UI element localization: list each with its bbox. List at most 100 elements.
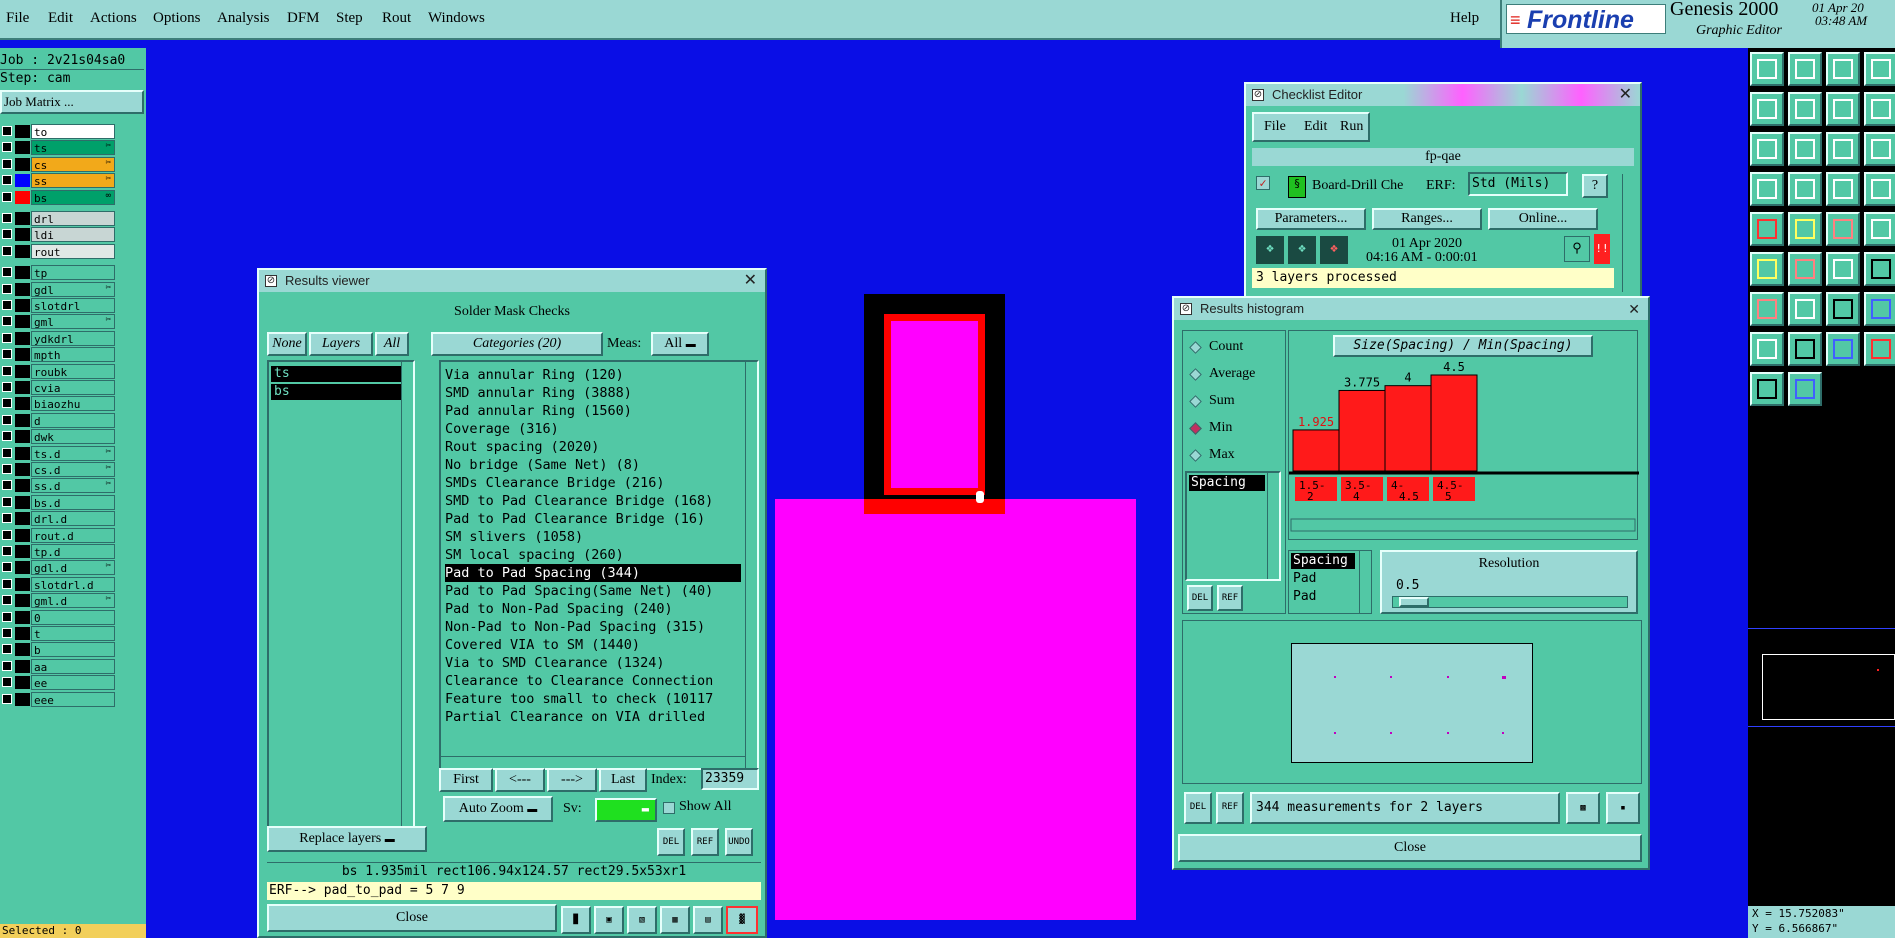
layer-color-swatch[interactable]: [15, 244, 30, 258]
surface-icon[interactable]: [1788, 292, 1822, 326]
layer-name[interactable]: rout: [31, 243, 115, 259]
results-viewer-titlebar[interactable]: ⊘ Results viewer ✕: [259, 270, 765, 292]
checklist-scrollbar[interactable]: [1622, 174, 1634, 292]
histogram-view-icon[interactable]: ▪: [1606, 792, 1640, 824]
category-item[interactable]: Pad to Pad Clearance Bridge (16): [445, 510, 705, 528]
layer-color-swatch[interactable]: [15, 190, 30, 204]
first-button[interactable]: First: [439, 768, 493, 792]
layer-checkbox[interactable]: [2, 660, 12, 671]
parameters-button[interactable]: Parameters...: [1256, 208, 1366, 230]
histogram-titlebar[interactable]: ⊘ Results histogram ✕: [1174, 298, 1648, 320]
layer-color-swatch[interactable]: [15, 594, 30, 608]
layer-row-drl.d[interactable]: drl.d: [0, 511, 115, 527]
radio-count[interactable]: Count: [1187, 337, 1283, 359]
window-menu-icon[interactable]: ⊘: [1180, 303, 1192, 315]
layer-color-swatch[interactable]: [15, 266, 30, 280]
layer-name[interactable]: d: [31, 412, 115, 428]
menu-analysis[interactable]: Analysis: [217, 10, 270, 27]
checklist-titlebar[interactable]: ⊘ Checklist Editor ✕: [1246, 84, 1640, 106]
run-selected-icon[interactable]: ❖: [1288, 236, 1316, 264]
type-item-pad[interactable]: Pad: [1293, 571, 1316, 586]
menu-options[interactable]: Options: [153, 10, 201, 27]
close-icon[interactable]: ✕: [1619, 84, 1632, 106]
layer-checkbox[interactable]: [2, 158, 12, 169]
move-icon[interactable]: [1750, 92, 1784, 126]
menu-dfm[interactable]: DFM: [287, 10, 320, 27]
ranges-button[interactable]: Ranges...: [1372, 208, 1482, 230]
last-button[interactable]: Last: [599, 768, 647, 792]
replace-layers-dropdown[interactable]: Replace layers ▬: [267, 826, 427, 852]
run-icon[interactable]: ❖: [1256, 236, 1284, 264]
histogram-refresh-button[interactable]: REF: [1217, 585, 1243, 611]
layer-row-drl[interactable]: drl: [0, 211, 115, 226]
layer-name[interactable]: eee: [31, 691, 115, 707]
run-all-icon[interactable]: ❖: [1320, 236, 1348, 264]
layer-row-cvia[interactable]: cvia: [0, 380, 115, 395]
layer-name[interactable]: cs.d: [31, 462, 115, 477]
text-icon[interactable]: [1788, 252, 1822, 286]
histogram-refresh-button[interactable]: REF: [1216, 792, 1244, 824]
layer-row-dwk[interactable]: dwk: [0, 429, 115, 445]
layer-name[interactable]: drl.d: [31, 511, 115, 527]
layer-row-gml.d[interactable]: gml.d ✂: [0, 593, 115, 609]
menu-rout[interactable]: Rout: [382, 10, 411, 27]
layer-row-biaozhu[interactable]: biaozhu: [0, 396, 115, 412]
close-icon[interactable]: ✕: [1628, 298, 1640, 320]
filter-icon[interactable]: ▧: [627, 906, 657, 934]
undo-button[interactable]: UNDO: [725, 828, 753, 856]
layer-checkbox[interactable]: [2, 126, 12, 136]
layer-row-gdl.d[interactable]: gdl.d ✂: [0, 560, 115, 576]
layer-color-swatch[interactable]: [15, 331, 30, 345]
layer-row-slotdrl.d[interactable]: slotdrl.d: [0, 576, 115, 592]
layer-row-ydkdrl[interactable]: ydkdrl: [0, 330, 115, 346]
home-icon[interactable]: [1826, 52, 1860, 86]
category-item[interactable]: Via to SMD Clearance (1324): [445, 654, 664, 672]
severity-dropdown[interactable]: ▬: [595, 798, 657, 822]
layer-name[interactable]: ts.d: [31, 445, 115, 461]
histogram-bar[interactable]: [1430, 374, 1478, 472]
layer-checkbox[interactable]: [2, 414, 12, 425]
previous-button[interactable]: <---: [495, 768, 545, 792]
layer-row-ee[interactable]: ee: [0, 675, 115, 691]
radio-average[interactable]: Average: [1187, 364, 1283, 386]
layer-checkbox[interactable]: [2, 546, 12, 556]
category-item[interactable]: Pad to Pad Spacing(Same Net) (40): [445, 582, 713, 600]
layer-row-rout[interactable]: rout: [0, 243, 115, 259]
measurement-marker[interactable]: [976, 491, 984, 503]
layer-checkbox[interactable]: [2, 529, 12, 540]
layer-name[interactable]: ts: [31, 140, 115, 156]
layers-icon[interactable]: [1864, 172, 1895, 206]
layer-checkbox[interactable]: [2, 693, 12, 704]
layer-color-swatch[interactable]: [15, 174, 30, 188]
layer-name[interactable]: gml.d: [31, 593, 115, 609]
layer-name[interactable]: t: [31, 626, 115, 641]
select-icon[interactable]: [1750, 212, 1784, 246]
copy-icon[interactable]: [1864, 52, 1895, 86]
layer-color-swatch[interactable]: [15, 495, 30, 509]
measure-item-spacing[interactable]: Spacing: [1189, 475, 1265, 491]
layer-row-cs[interactable]: cs ✂: [0, 156, 115, 172]
layer-checkbox[interactable]: [2, 213, 12, 223]
layer-name[interactable]: ldi: [31, 227, 115, 243]
pointer-add-icon[interactable]: [1864, 332, 1895, 366]
layer-row-ss.d[interactable]: ss.d ✂: [0, 478, 115, 494]
layer-checkbox[interactable]: [2, 349, 12, 360]
layer-color-swatch[interactable]: [15, 315, 30, 329]
layer-name[interactable]: bs: [31, 189, 115, 205]
result-layer-bs[interactable]: bs: [271, 384, 411, 400]
auto-zoom-dropdown[interactable]: Auto Zoom ▬: [443, 796, 553, 822]
window-menu-icon[interactable]: ⊘: [1252, 89, 1264, 101]
histogram-bar[interactable]: [1384, 385, 1432, 472]
layer-color-swatch[interactable]: [15, 643, 30, 657]
layers-button[interactable]: Layers: [309, 332, 373, 356]
category-item[interactable]: SM slivers (1058): [445, 528, 583, 546]
layer-name[interactable]: slotdrl: [31, 298, 115, 313]
show-all-checkbox[interactable]: [663, 802, 675, 814]
category-item[interactable]: Clearance to Clearance Connection: [445, 672, 713, 690]
layer-color-swatch[interactable]: [15, 348, 30, 362]
menu-actions[interactable]: Actions: [90, 10, 137, 27]
layer-color-swatch[interactable]: [15, 561, 30, 575]
layer-name[interactable]: rout.d: [31, 527, 115, 543]
layer-checkbox[interactable]: [2, 447, 12, 458]
resolution-slider[interactable]: [1392, 596, 1628, 608]
